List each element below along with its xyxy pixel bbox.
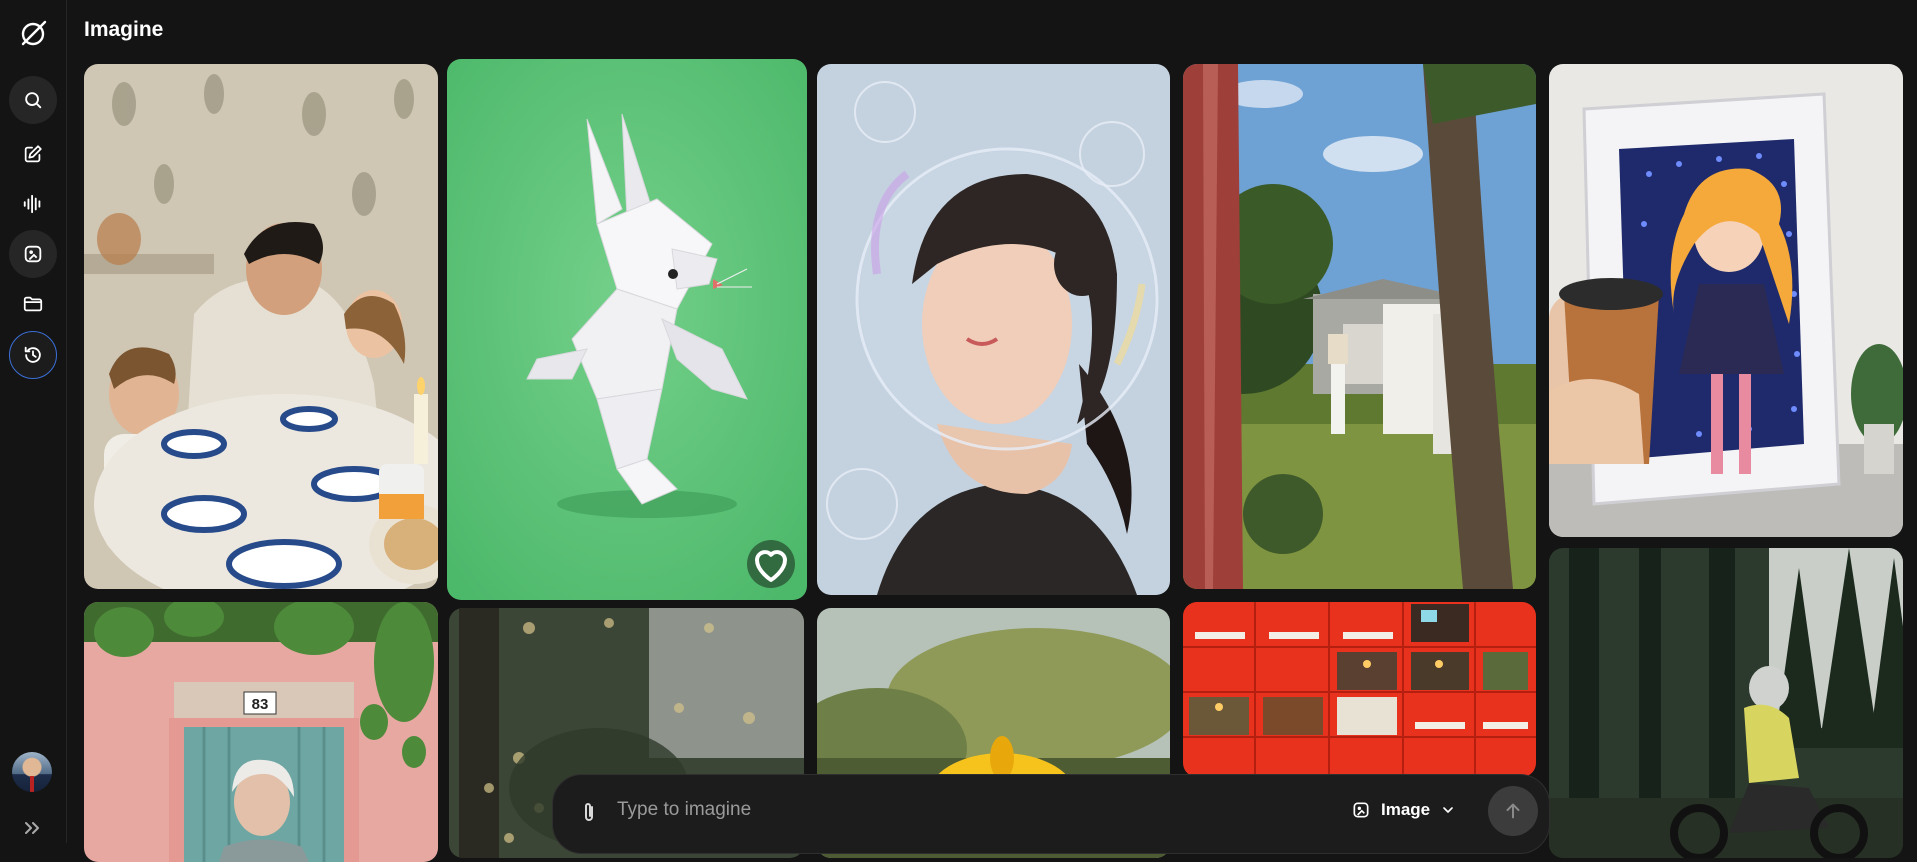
avatar[interactable]	[12, 752, 52, 792]
chevrons-right-icon[interactable]	[22, 818, 44, 838]
prompt-composer: Image	[552, 774, 1550, 854]
mode-label: Image	[1381, 800, 1431, 819]
image-icon	[1353, 802, 1369, 818]
mode-selector[interactable]: Image	[1351, 793, 1456, 827]
search-icon	[25, 92, 42, 109]
gallery-tile-origami-rabbit[interactable]	[447, 59, 807, 600]
folder-icon	[23, 296, 43, 312]
gallery-tile-red-lockers[interactable]	[1183, 602, 1536, 777]
forest-motorbike-image	[1549, 548, 1903, 858]
favorite-button[interactable]	[747, 540, 795, 588]
family-breakfast-image	[84, 64, 438, 589]
arrow-up-icon	[1506, 803, 1520, 819]
page-title: Imagine	[84, 18, 164, 41]
elderly-woman-doorway-image: 83	[84, 602, 438, 862]
woman-in-bubble-image	[817, 64, 1170, 595]
anime-portal-coffee-image	[1549, 64, 1903, 537]
send-button[interactable]	[1488, 786, 1538, 836]
chevron-down-icon	[1443, 807, 1453, 813]
history-icon	[24, 346, 41, 363]
gallery-tile-woman-in-bubble[interactable]	[817, 64, 1170, 595]
gallery-tile-elderly-woman-doorway[interactable]: 83	[84, 602, 438, 862]
gallery-tile-garden-laundry[interactable]	[1183, 64, 1536, 589]
gallery-tile-family-breakfast[interactable]	[84, 64, 438, 589]
logo-icon[interactable]	[17, 17, 49, 49]
projects-button[interactable]	[9, 280, 57, 328]
house-number-sign: 83	[252, 696, 269, 713]
history-button[interactable]	[9, 331, 57, 379]
gallery-tile-anime-portal-coffee[interactable]	[1549, 64, 1903, 537]
heart-icon	[755, 550, 787, 582]
red-lockers-image	[1183, 602, 1536, 777]
voice-button[interactable]	[9, 180, 57, 228]
imagine-button[interactable]	[9, 230, 57, 278]
origami-rabbit-image	[447, 59, 807, 600]
image-icon	[24, 245, 42, 263]
garden-laundry-image	[1183, 64, 1536, 589]
prompt-input[interactable]	[615, 789, 1319, 831]
waveform-icon	[23, 194, 41, 214]
sidebar	[0, 0, 67, 843]
gallery-tile-forest-motorbike[interactable]	[1549, 548, 1903, 858]
paperclip-icon[interactable]	[579, 801, 599, 825]
new-chat-button[interactable]	[9, 130, 57, 178]
search-button[interactable]	[9, 76, 57, 124]
edit-icon	[24, 145, 42, 163]
